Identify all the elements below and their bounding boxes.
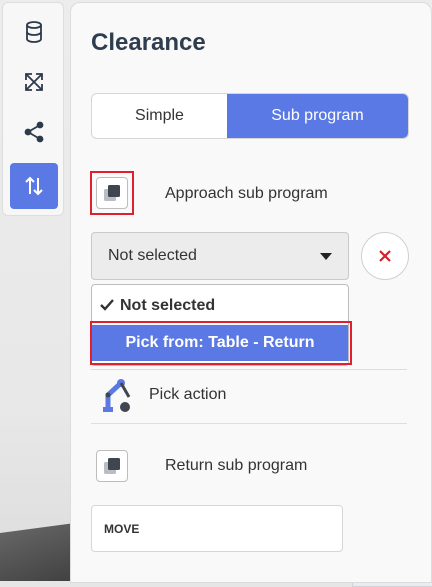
- divider: [91, 369, 407, 370]
- approach-label: Approach sub program: [165, 185, 328, 202]
- sort-arrows-icon: [25, 176, 43, 196]
- toolbar-database-button[interactable]: [10, 9, 58, 55]
- approach-select-value: Not selected: [108, 247, 197, 264]
- toolbar-clearance-button[interactable]: [10, 163, 58, 209]
- page-title: Clearance: [91, 29, 206, 56]
- copy-icon: [104, 458, 120, 474]
- move-label: MOVE: [104, 522, 140, 536]
- toolbar-expand-button[interactable]: [10, 59, 58, 105]
- pick-action-label: Pick action: [149, 386, 227, 403]
- option-not-selected[interactable]: Not selected: [100, 297, 215, 315]
- approach-copy-button[interactable]: [96, 177, 128, 209]
- toolbar-share-button[interactable]: [10, 109, 58, 155]
- return-copy-button[interactable]: [96, 450, 128, 482]
- check-icon: [100, 299, 114, 311]
- database-icon: [26, 21, 42, 43]
- mode-segmented-control: Simple Sub program: [91, 93, 409, 139]
- tab-simple[interactable]: Simple: [92, 94, 227, 138]
- clear-selection-button[interactable]: [361, 232, 409, 280]
- left-toolbar: [2, 2, 64, 216]
- expand-arrows-icon: [25, 73, 43, 91]
- highlight-box: [90, 321, 352, 365]
- approach-select[interactable]: Not selected: [91, 232, 349, 280]
- option-label: Not selected: [120, 297, 216, 314]
- robot-arm-icon: [99, 377, 137, 420]
- tab-sub-program[interactable]: Sub program: [227, 94, 408, 138]
- divider: [91, 423, 407, 424]
- copy-icon: [104, 185, 120, 201]
- return-label: Return sub program: [165, 457, 308, 474]
- caret-down-icon: [320, 253, 332, 260]
- close-icon: [379, 250, 391, 262]
- move-node-card[interactable]: MOVE: [91, 505, 343, 552]
- clearance-panel: Clearance Simple Sub program Approach su…: [70, 2, 432, 583]
- share-nodes-icon: [24, 121, 44, 143]
